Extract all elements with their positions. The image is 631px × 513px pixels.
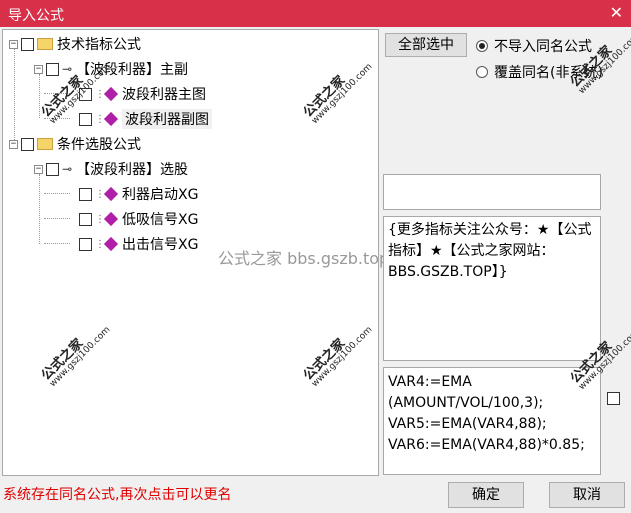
checkbox[interactable]	[21, 137, 34, 151]
key-icon: ⊸	[62, 162, 73, 176]
watermark: 公式之家 www.gszj100.com	[38, 324, 113, 390]
tree-line	[44, 243, 70, 244]
checkbox[interactable]	[607, 392, 620, 405]
tree-label: 条件选股公式	[57, 137, 141, 153]
folder-icon	[37, 138, 53, 150]
collapse-icon[interactable]: −	[34, 164, 43, 174]
diamond-icon	[103, 111, 119, 127]
tree-label: 利器启动XG	[122, 187, 199, 203]
code-line: VAR5:=EMA(VAR4,88);	[388, 416, 547, 432]
code-line: VAR6:=EMA(VAR4,88)*0.85;	[388, 437, 585, 453]
code-line: VAR4:=EMA	[388, 374, 472, 390]
code-line: (AMOUNT/VOL/100,3);	[388, 395, 544, 411]
tree-label: 出击信号XG	[122, 237, 199, 253]
tree-leaf[interactable]: ⋮ 利器启动XG	[79, 183, 198, 205]
tree-group-indicators[interactable]: − 技术指标公式	[9, 33, 141, 55]
tree-label: 波段利器主图	[122, 87, 206, 103]
watermark: 公式之家 www.gszj100.com	[300, 324, 375, 390]
checkbox[interactable]	[79, 112, 92, 126]
tree-label-selected: 波段利器副图	[122, 109, 212, 129]
status-message: 系统存在同名公式,再次点击可以更名	[3, 487, 232, 503]
formula-code-box: VAR4:=EMA (AMOUNT/VOL/100,3); VAR5:=EMA(…	[383, 367, 601, 475]
dots-icon: ⋮	[95, 113, 105, 125]
ok-button[interactable]: 确定	[448, 482, 524, 508]
collapse-icon[interactable]: −	[34, 64, 43, 74]
key-icon: ⊸	[62, 62, 73, 76]
dots-icon: ⋮	[95, 213, 105, 225]
radio-button-icon[interactable]	[476, 66, 488, 78]
diamond-icon	[103, 236, 119, 252]
checkbox[interactable]	[46, 62, 59, 76]
checkbox[interactable]	[21, 37, 34, 51]
title-bar: 导入公式 ✕	[0, 0, 631, 27]
tree-line	[39, 174, 40, 244]
checkbox[interactable]	[79, 237, 92, 251]
diamond-icon	[103, 186, 119, 202]
collapse-icon[interactable]: −	[9, 139, 18, 149]
select-all-button[interactable]: 全部选中	[385, 33, 467, 57]
diamond-icon	[103, 86, 119, 102]
tree-leaf[interactable]: ⋮ 波段利器主图	[79, 83, 206, 105]
collapse-icon[interactable]: −	[9, 39, 18, 49]
tree-label: 低吸信号XG	[122, 212, 199, 228]
folder-icon	[37, 38, 53, 50]
tree-leaf[interactable]: ⋮ 出击信号XG	[79, 233, 198, 255]
diamond-icon	[103, 211, 119, 227]
radio-label: 不导入同名公式	[494, 39, 592, 55]
tree-line	[44, 218, 70, 219]
dots-icon: ⋮	[95, 188, 105, 200]
dots-icon: ⋮	[95, 238, 105, 250]
watermark-center: 公式之家 bbs.gszb.top	[218, 249, 390, 268]
tree-line	[14, 49, 15, 146]
tree-leaf[interactable]: ⋮ 低吸信号XG	[79, 208, 198, 230]
blank-field[interactable]	[383, 174, 601, 210]
close-icon[interactable]: ✕	[610, 3, 623, 22]
radio-button-icon[interactable]	[476, 40, 488, 52]
tree-line	[44, 193, 70, 194]
tree-label: 【波段利器】选股	[76, 162, 189, 178]
tree-group-screening[interactable]: − 条件选股公式	[9, 133, 141, 155]
tree-node-screening[interactable]: − ⊸ 【波段利器】选股	[34, 158, 188, 180]
description-box: {更多指标关注公众号：★【公式指标】★【公式之家网站：BBS.GSZB.TOP】…	[383, 216, 601, 361]
radio-no-import[interactable]: 不导入同名公式	[476, 36, 592, 56]
window-title: 导入公式	[8, 8, 64, 24]
tree-leaf[interactable]: ⋮ 波段利器副图	[79, 108, 212, 130]
checkbox[interactable]	[46, 162, 59, 176]
checkbox[interactable]	[79, 212, 92, 226]
checkbox[interactable]	[79, 187, 92, 201]
tree-label: 技术指标公式	[57, 37, 141, 53]
watermark: 公式之家 www.gszj100.com	[300, 61, 375, 127]
cancel-button[interactable]: 取消	[549, 482, 625, 508]
dots-icon: ⋮	[95, 88, 105, 100]
